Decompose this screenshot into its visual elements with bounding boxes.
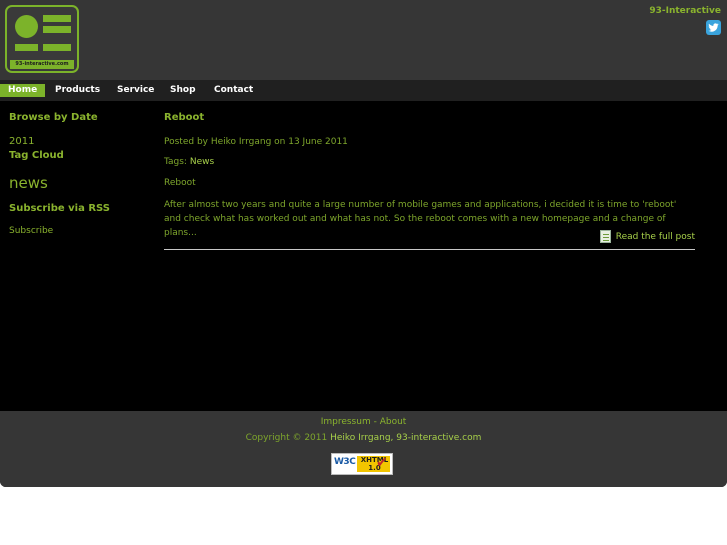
page: 93-interactive.com 93-Interactive Home P… <box>0 0 727 487</box>
twitter-icon[interactable] <box>706 20 721 35</box>
document-icon <box>599 230 611 243</box>
w3c-logo-text: W3C <box>334 457 356 467</box>
logo-circle-shape <box>15 15 38 38</box>
logo-bar-shape <box>43 15 71 22</box>
subscribe-rss-heading: Subscribe via RSS <box>9 203 110 214</box>
post-meta: Posted by Heiko Irrgang on 13 June 2011 <box>164 137 348 147</box>
logo-domain-text: 93-interactive.com <box>10 60 74 69</box>
nav-item-shop[interactable]: Shop <box>170 84 196 97</box>
checkmark-icon: ✔ <box>376 455 388 471</box>
post-tags: Tags: News <box>164 157 214 167</box>
main-nav: Home Products Service Shop Contact <box>0 80 727 101</box>
tag-cloud-news-link[interactable]: news <box>9 174 48 192</box>
subscribe-link[interactable]: Subscribe <box>9 226 53 236</box>
copyright-prefix: Copyright © 2011 <box>245 433 331 443</box>
browse-by-date-heading: Browse by Date <box>9 112 98 123</box>
footer-links: Impressum - About <box>0 417 727 427</box>
nav-item-products[interactable]: Products <box>55 84 100 97</box>
nav-item-home[interactable]: Home <box>0 84 46 97</box>
site-name-link[interactable]: 93-Interactive <box>649 6 721 16</box>
tags-label: Tags: <box>164 157 187 167</box>
header: 93-interactive.com 93-Interactive <box>0 0 727 80</box>
read-more-label: Read the full post <box>615 232 695 242</box>
tag-news-link[interactable]: News <box>190 157 214 167</box>
logo-bar-shape <box>43 26 71 33</box>
w3c-xhtml-badge[interactable]: W3C XHTML 1.0 ✔ <box>331 453 393 475</box>
year-2011-link[interactable]: 2011 <box>9 136 34 147</box>
post-title-link[interactable]: Reboot <box>164 112 204 123</box>
twitter-bird-icon <box>708 23 719 32</box>
nav-item-contact[interactable]: Contact <box>214 84 253 97</box>
footer: Impressum - About Copyright © 2011 Heiko… <box>0 411 727 487</box>
logo-bar-shape <box>15 44 38 51</box>
post-subtitle: Reboot <box>164 178 196 188</box>
copyright-author-link[interactable]: Heiko Irrgang, 93-interactive.com <box>330 433 481 443</box>
tag-cloud-heading: Tag Cloud <box>9 150 64 161</box>
logo-bar-shape <box>43 44 71 51</box>
post-divider <box>164 249 695 250</box>
nav-item-service[interactable]: Service <box>117 84 154 97</box>
site-logo[interactable]: 93-interactive.com <box>5 5 79 73</box>
impressum-link[interactable]: Impressum <box>321 417 371 427</box>
footer-separator: - <box>370 417 380 427</box>
about-link[interactable]: About <box>380 417 407 427</box>
copyright: Copyright © 2011 Heiko Irrgang, 93-inter… <box>0 433 727 443</box>
read-full-post-link[interactable]: Read the full post <box>599 230 695 244</box>
